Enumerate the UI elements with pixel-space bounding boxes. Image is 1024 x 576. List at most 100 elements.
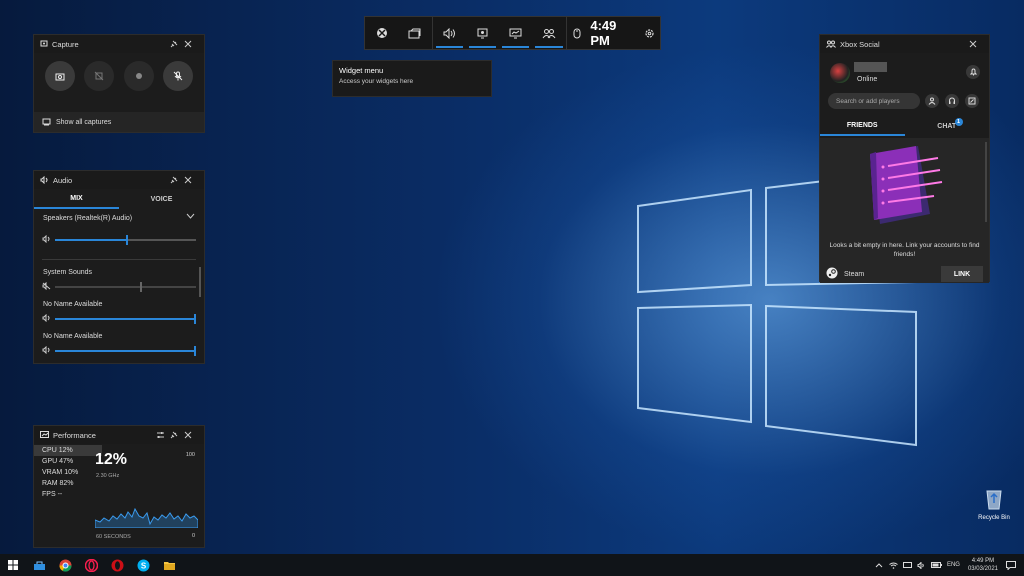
capture-widget-button[interactable]	[466, 17, 499, 49]
record-last-button[interactable]	[84, 61, 115, 91]
social-title: Xbox Social	[840, 39, 880, 49]
steam-label: Steam	[844, 271, 865, 278]
pin-button[interactable]	[170, 176, 184, 184]
speaker-icon[interactable]	[917, 561, 926, 569]
graph-min: 0	[191, 533, 195, 539]
metric-gpu[interactable]: GPU 47%	[34, 456, 102, 467]
tab-mix[interactable]: MIX	[34, 189, 119, 209]
metric-vram[interactable]: VRAM 10%	[34, 467, 102, 478]
bell-icon	[969, 68, 977, 76]
app-name: No Name Available	[43, 333, 103, 340]
mouse-button[interactable]	[567, 17, 587, 49]
cpu-frequency: 2.30 GHz	[96, 473, 120, 479]
presence-status[interactable]: Online	[857, 76, 877, 83]
sliders-icon	[157, 432, 164, 438]
clock[interactable]: 4:49 PM 03/03/2021	[968, 557, 998, 573]
metric-cpu[interactable]: CPU 12%	[34, 445, 102, 456]
audio-widget-button[interactable]	[433, 17, 466, 49]
language-indicator[interactable]: ENG	[947, 562, 960, 568]
network-icon[interactable]	[902, 561, 912, 569]
close-button[interactable]	[969, 40, 983, 48]
party-button[interactable]	[945, 94, 959, 108]
taskbar-app-opera[interactable]	[104, 554, 130, 576]
xbox-button[interactable]	[365, 17, 398, 49]
audio-widget: Audio MIX VOICE Speakers (Realtek(R) Aud…	[33, 170, 205, 364]
device-volume-knob[interactable]	[126, 235, 128, 245]
taskbar-app-chrome[interactable]	[52, 554, 78, 576]
metric-fps[interactable]: FPS --	[34, 489, 102, 500]
app-volume-knob[interactable]	[194, 346, 196, 356]
compose-message-button[interactable]	[965, 94, 979, 108]
screenshot-button[interactable]	[44, 61, 75, 91]
capture-widget: Capture Show all captures	[33, 34, 205, 133]
device-volume-slider[interactable]	[55, 235, 196, 245]
windows-icon	[8, 560, 18, 570]
action-center-button[interactable]	[1006, 560, 1016, 570]
close-icon	[184, 176, 192, 184]
performance-widget-button[interactable]	[499, 17, 532, 49]
social-header: Xbox Social	[820, 35, 989, 53]
steam-icon	[826, 267, 838, 279]
scrollbar[interactable]	[199, 267, 201, 297]
volume-icon[interactable]	[42, 346, 51, 354]
start-button[interactable]	[0, 554, 26, 576]
gear-icon	[645, 28, 654, 38]
tooltip-subtitle: Access your widgets here	[339, 78, 414, 85]
metric-ram[interactable]: RAM 82%	[34, 478, 102, 489]
mic-off-icon	[173, 71, 183, 81]
start-recording-button[interactable]	[123, 61, 154, 91]
tab-friends[interactable]: FRIENDS	[820, 116, 905, 136]
capture-header: Capture	[34, 35, 204, 53]
muted-volume-icon[interactable]	[42, 282, 51, 290]
cpu-big-value: 12%	[95, 451, 128, 468]
battery-icon[interactable]	[930, 562, 942, 568]
taskbar-app-store[interactable]	[26, 554, 52, 576]
taskbar-app-opera-gx[interactable]	[78, 554, 104, 576]
audio-title: Audio	[53, 175, 73, 185]
link-steam-button[interactable]: LINK	[941, 266, 983, 282]
app-volume-slider[interactable]	[55, 282, 196, 292]
taskbar-app-file-explorer[interactable]	[156, 554, 182, 576]
wifi-icon[interactable]	[889, 562, 898, 569]
scrollbar[interactable]	[985, 142, 987, 222]
close-button[interactable]	[184, 176, 198, 184]
opera-gx-icon	[84, 558, 98, 572]
volume-icon[interactable]	[42, 314, 51, 322]
social-tabs: FRIENDS CHAT 1	[820, 116, 989, 136]
close-button[interactable]	[184, 431, 198, 439]
widget-menu-button[interactable]	[398, 17, 431, 49]
app-volume-slider[interactable]	[55, 346, 196, 356]
empty-friends-illustration	[870, 146, 943, 224]
taskbar-app-skype[interactable]: S	[130, 554, 156, 576]
search-players-input[interactable]: Search or add players	[828, 93, 920, 109]
volume-icon[interactable]	[42, 235, 51, 243]
pin-button[interactable]	[170, 431, 184, 439]
opera-icon	[111, 559, 123, 571]
app-volume-knob[interactable]	[140, 282, 142, 292]
mic-toggle-button[interactable]	[163, 61, 194, 91]
widget-menu-icon	[408, 28, 421, 38]
pin-button[interactable]	[170, 40, 184, 48]
notifications-button[interactable]	[966, 65, 980, 79]
social-widget-button[interactable]	[532, 17, 565, 49]
performance-icon	[40, 431, 49, 438]
friends-pane: Looks a bit empty in here. Link your acc…	[820, 138, 989, 283]
add-friend-button[interactable]	[925, 94, 939, 108]
close-button[interactable]	[184, 40, 198, 48]
options-button[interactable]	[156, 431, 170, 439]
output-device-select[interactable]: Speakers (Realtek(R) Audio)	[43, 215, 132, 222]
app-volume-slider[interactable]	[55, 314, 196, 324]
people-icon	[542, 28, 556, 38]
chevron-down-icon[interactable]	[186, 213, 195, 219]
recycle-bin-shortcut[interactable]: Recycle Bin	[974, 488, 1014, 521]
tab-voice[interactable]: VOICE	[119, 189, 204, 209]
show-all-captures-link[interactable]: Show all captures	[34, 112, 204, 132]
avatar[interactable]	[830, 63, 850, 83]
chevron-up-icon[interactable]	[875, 562, 883, 568]
xbox-icon	[376, 28, 387, 38]
settings-button[interactable]	[638, 17, 660, 49]
app-volume-knob[interactable]	[194, 314, 196, 324]
mouse-icon	[573, 28, 581, 38]
tab-chat[interactable]: CHAT 1	[905, 116, 990, 136]
xbox-social-widget: Xbox Social Online Search or add players…	[819, 34, 990, 283]
